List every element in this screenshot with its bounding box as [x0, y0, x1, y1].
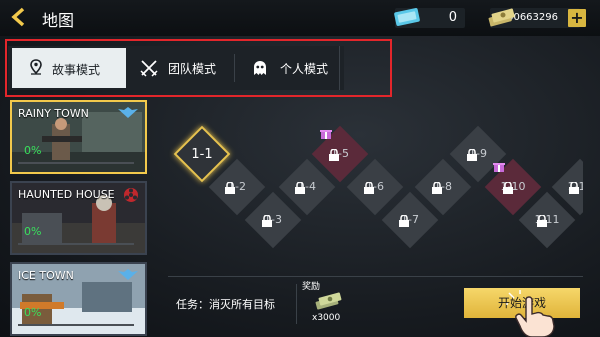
pointing-hand-icon	[506, 290, 555, 337]
map-name: ICE TOWN	[18, 269, 74, 282]
ghost-icon	[254, 61, 266, 75]
lock-icon	[262, 215, 272, 227]
cash-stack-icon	[315, 292, 342, 310]
biohazard-icon	[124, 188, 138, 202]
level-label: 1-4	[298, 180, 316, 193]
location-pin-icon	[30, 59, 42, 75]
crossed-swords-icon	[140, 60, 158, 77]
lock-icon	[467, 149, 477, 161]
top-bar: 地图 0 100663296 +	[0, 0, 600, 36]
map-list: RAINY TOWN 0% HAUNTED HOUSE 0% ICE TOWN …	[10, 100, 147, 337]
footer-separator	[296, 284, 297, 324]
tab-label: 故事模式	[52, 63, 101, 77]
ticket-icon	[394, 8, 420, 26]
tab-label: 团队模式	[168, 62, 217, 76]
level-label: 1-1	[191, 147, 213, 162]
map-screen: 地图 0 100663296 + 故事模式 团队模式 个人模式 RAINY TO…	[0, 0, 600, 337]
reward-amount: x3000	[312, 313, 341, 323]
cash-stack-icon	[488, 8, 515, 27]
map-card-ice-town[interactable]: ICE TOWN 0%	[10, 262, 147, 336]
gift-icon	[320, 130, 332, 139]
map-name: HAUNTED HOUSE	[18, 188, 115, 201]
lock-icon	[569, 182, 579, 194]
tab-label: 个人模式	[280, 62, 329, 76]
map-progress: 0%	[24, 144, 42, 157]
ticket-count: 0	[448, 10, 457, 25]
footer-divider	[168, 276, 583, 277]
gift-icon	[493, 163, 505, 172]
add-cash-button[interactable]: +	[568, 9, 586, 27]
mode-tabs: 故事模式 团队模式 个人模式	[8, 46, 344, 90]
progress-bar	[18, 243, 134, 245]
lock-icon	[399, 215, 409, 227]
lock-icon	[295, 182, 305, 194]
tab-story-mode[interactable]: 故事模式	[12, 48, 126, 88]
lock-icon	[432, 182, 442, 194]
lock-icon	[364, 182, 374, 194]
progress-bar	[18, 324, 134, 326]
map-card-rainy-town[interactable]: RAINY TOWN 0%	[10, 100, 147, 174]
eagle-icon	[118, 269, 138, 280]
level-board: 1-1 1-2 1-3 1-4 1-5 1-6 1-7 1-8 1-9 1-10…	[165, 100, 583, 275]
progress-bar	[18, 162, 134, 164]
page-title: 地图	[42, 11, 75, 30]
map-progress: 0%	[24, 225, 42, 238]
tab-solo-mode[interactable]: 个人模式	[234, 46, 340, 90]
map-progress: 0%	[24, 306, 42, 319]
level-label: 1-2	[228, 180, 246, 193]
lock-icon	[329, 149, 339, 161]
back-arrow-icon[interactable]	[8, 6, 30, 28]
map-name: RAINY TOWN	[18, 107, 89, 120]
eagle-icon	[118, 107, 138, 118]
lock-icon	[225, 182, 235, 194]
map-card-haunted-house[interactable]: HAUNTED HOUSE 0%	[10, 181, 147, 255]
tab-team-mode[interactable]: 团队模式	[126, 46, 234, 90]
lock-icon	[537, 215, 547, 227]
lock-icon	[503, 182, 513, 194]
mission-text: 任务：消灭所有目标	[176, 298, 275, 311]
